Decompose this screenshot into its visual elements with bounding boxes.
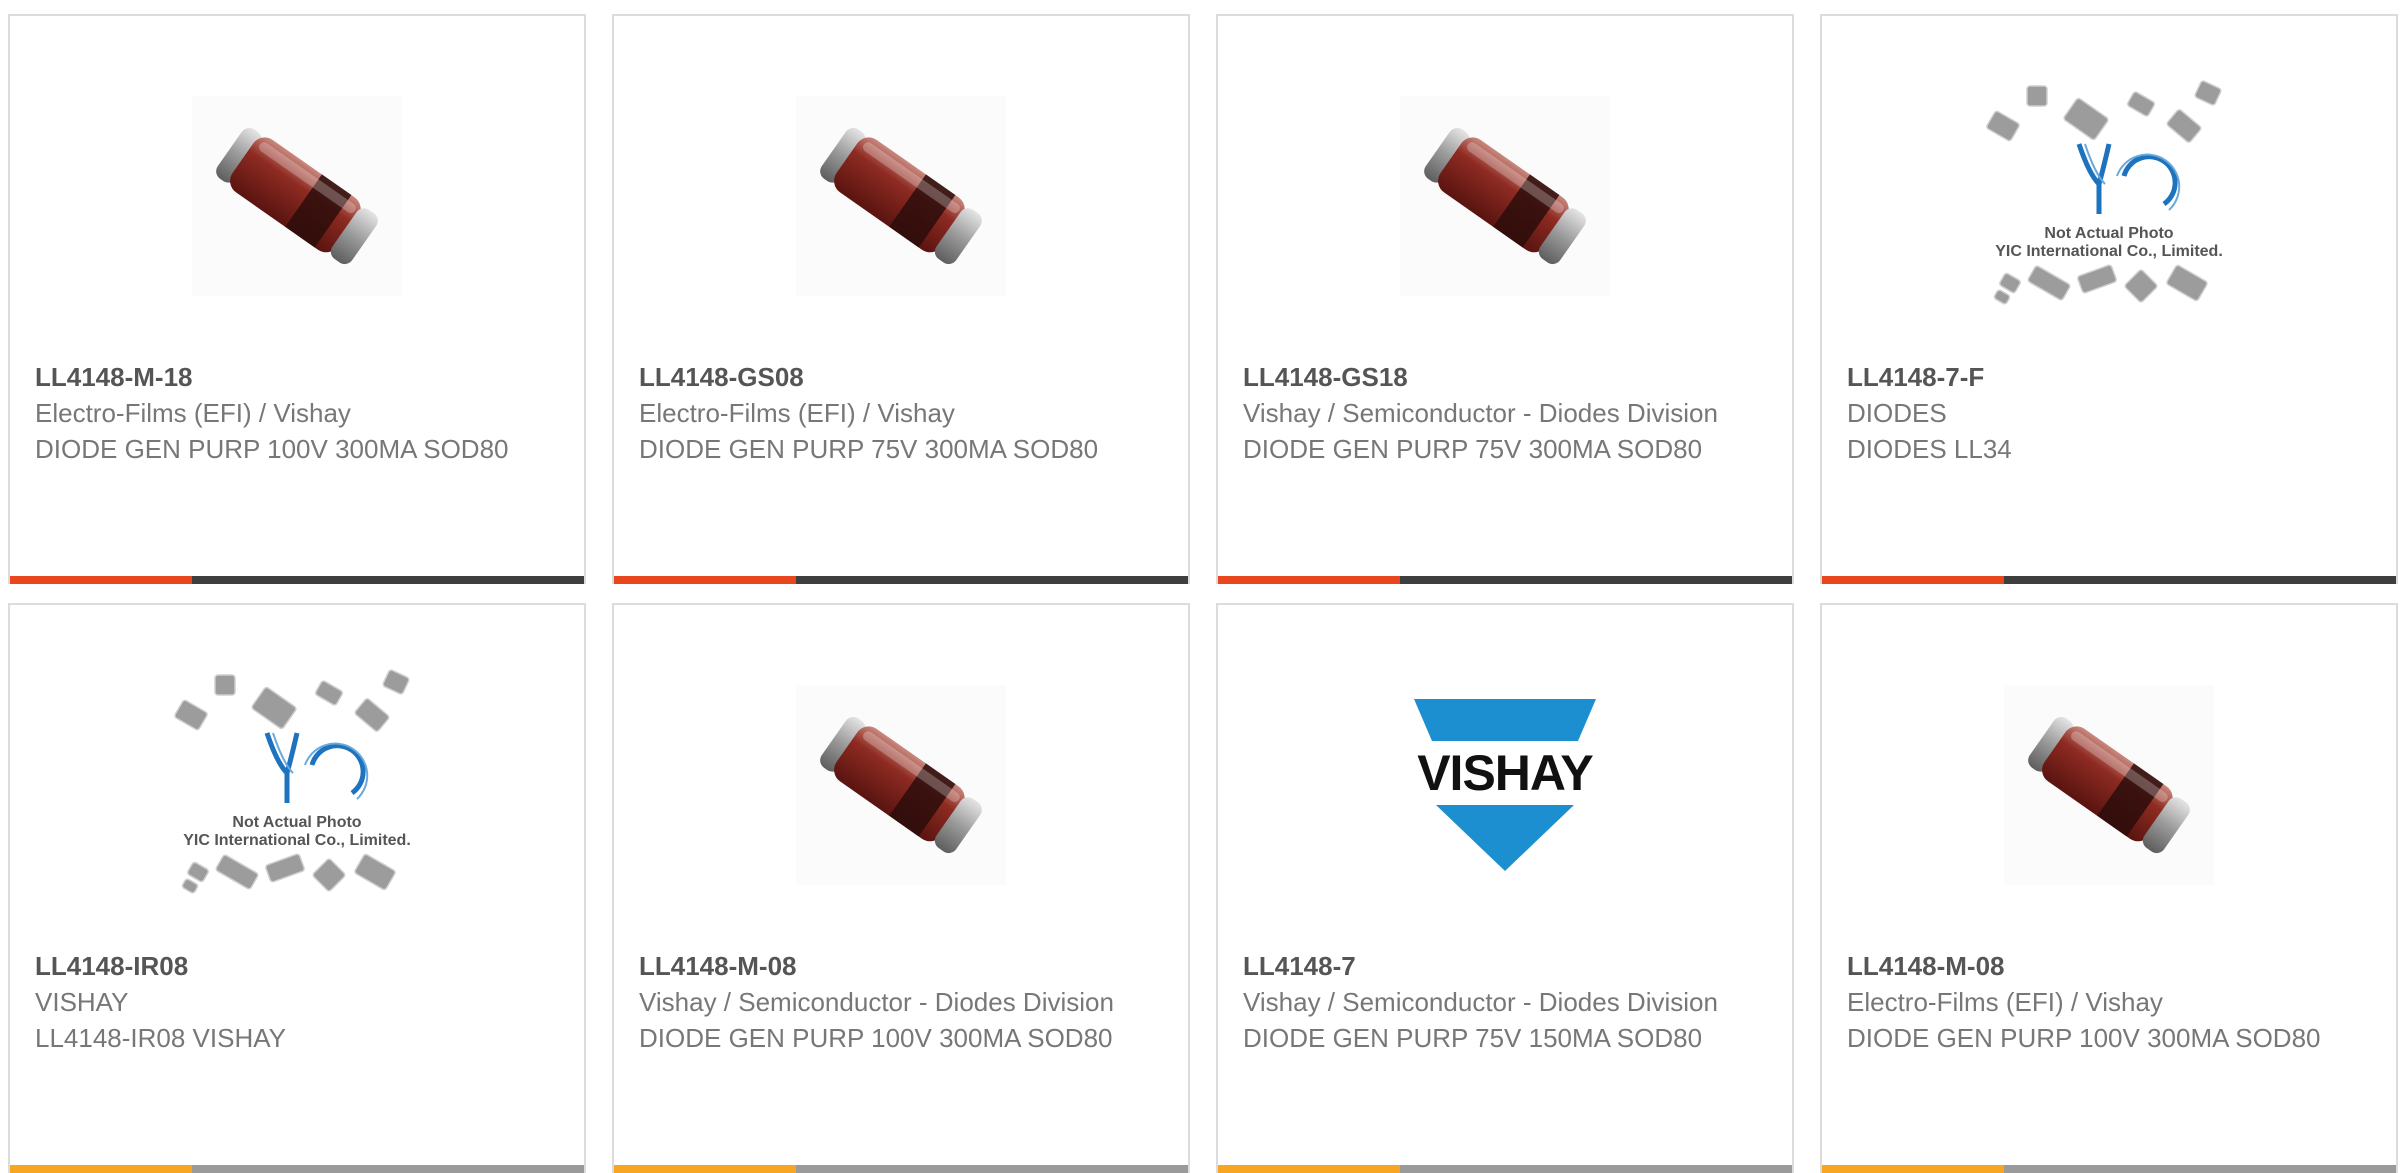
card-accent-bar <box>1218 576 1400 584</box>
product-card[interactable]: LL4148-M-08 Vishay / Semiconductor - Diod… <box>612 603 1190 1173</box>
svg-text:Not Actual Photo: Not Actual Photo <box>232 814 361 831</box>
product-description: LL4148-IR08 VISHAY <box>35 1023 286 1053</box>
card-bottom-bar <box>10 1165 584 1173</box>
manufacturer-name: Electro-Films (EFI) / Vishay <box>35 398 351 428</box>
card-bottom-bar <box>1218 1165 1792 1173</box>
product-card[interactable]: LL4148-M-18 Electro-Films (EFI) / Vishay D… <box>8 14 586 584</box>
diode-image <box>192 96 402 296</box>
product-image[interactable] <box>10 76 584 316</box>
card-bottom-bar <box>10 576 584 584</box>
manufacturer-name: VISHAY <box>35 987 129 1017</box>
product-image[interactable] <box>1218 76 1792 316</box>
product-info: LL4148-7 Vishay / Semiconductor - Diodes … <box>1243 948 1763 1056</box>
product-card[interactable]: LL4148-GS08 Electro-Films (EFI) / Vishay D… <box>612 14 1190 584</box>
product-info: LL4148-7-F DIODES DIODES LL34 <box>1847 359 2367 467</box>
manufacturer-name: Vishay / Semiconductor - Diodes Division <box>639 987 1114 1017</box>
part-number-link[interactable]: LL4148-GS08 <box>639 359 1159 395</box>
product-description: DIODE GEN PURP 100V 300MA SOD80 <box>639 1023 1113 1053</box>
product-info: LL4148-GS18 Vishay / Semiconductor - Diod… <box>1243 359 1763 467</box>
product-grid: LL4148-M-18 Electro-Films (EFI) / Vishay D… <box>0 0 2400 1173</box>
card-bottom-bar <box>1218 576 1792 584</box>
product-card[interactable]: VISHAY LL4148-7 Vishay / Semiconductor - … <box>1216 603 1794 1173</box>
manufacturer-name: Electro-Films (EFI) / Vishay <box>1847 987 2163 1017</box>
product-info: LL4148-M-08 Electro-Films (EFI) / Vishay D… <box>1847 948 2367 1056</box>
part-number-link[interactable]: LL4148-M-08 <box>1847 948 2367 984</box>
product-image[interactable] <box>614 665 1188 905</box>
card-accent-bar <box>1218 1165 1400 1173</box>
diode-image <box>796 685 1006 885</box>
manufacturer-name: Electro-Films (EFI) / Vishay <box>639 398 955 428</box>
diode-image <box>1400 96 1610 296</box>
product-info: LL4148-GS08 Electro-Films (EFI) / Vishay D… <box>639 359 1159 467</box>
part-number-link[interactable]: LL4148-IR08 <box>35 948 555 984</box>
part-number-link[interactable]: LL4148-M-08 <box>639 948 1159 984</box>
product-info: LL4148-IR08 VISHAY LL4148-IR08 VISHAY <box>35 948 555 1056</box>
manufacturer-name: Vishay / Semiconductor - Diodes Division <box>1243 398 1718 428</box>
card-accent-bar <box>614 1165 796 1173</box>
card-accent-bar <box>1822 1165 2004 1173</box>
card-bottom-bar <box>1822 576 2396 584</box>
placeholder-image: Not Actual Photo YIC International Co., … <box>1986 80 2223 305</box>
svg-text:YIC International Co., Limited: YIC International Co., Limited. <box>183 832 411 849</box>
card-accent-bar <box>1822 576 2004 584</box>
diode-image <box>796 96 1006 296</box>
part-number-link[interactable]: LL4148-7 <box>1243 948 1763 984</box>
product-card[interactable]: LL4148-M-08 Electro-Films (EFI) / Vishay D… <box>1820 603 2398 1173</box>
svg-text:VISHAY: VISHAY <box>1417 745 1593 801</box>
card-bottom-bar <box>614 1165 1188 1173</box>
card-bottom-bar <box>1822 1165 2396 1173</box>
placeholder-image: Not Actual Photo YIC International Co., … <box>174 669 411 894</box>
diode-image <box>2004 685 2214 885</box>
product-description: DIODE GEN PURP 75V 150MA SOD80 <box>1243 1023 1703 1053</box>
product-image[interactable]: Not Actual Photo YIC International Co., … <box>1822 76 2396 316</box>
product-description: DIODE GEN PURP 100V 300MA SOD80 <box>35 434 509 464</box>
product-description: DIODE GEN PURP 75V 300MA SOD80 <box>639 434 1099 464</box>
svg-text:YIC International Co., Limited: YIC International Co., Limited. <box>1995 243 2223 260</box>
svg-text:Not Actual Photo: Not Actual Photo <box>2044 225 2173 242</box>
manufacturer-name: Vishay / Semiconductor - Diodes Division <box>1243 987 1718 1017</box>
card-accent-bar <box>614 576 796 584</box>
product-info: LL4148-M-08 Vishay / Semiconductor - Diod… <box>639 948 1159 1056</box>
product-image[interactable]: Not Actual Photo YIC International Co., … <box>10 665 584 905</box>
product-card[interactable]: Not Actual Photo YIC International Co., … <box>1820 14 2398 584</box>
product-image[interactable]: VISHAY <box>1218 665 1792 905</box>
part-number-link[interactable]: LL4148-M-18 <box>35 359 555 395</box>
product-card[interactable]: Not Actual Photo YIC International Co., … <box>8 603 586 1173</box>
product-image[interactable] <box>614 76 1188 316</box>
vishay-logo-image: VISHAY <box>1414 699 1596 871</box>
product-info: LL4148-M-18 Electro-Films (EFI) / Vishay D… <box>35 359 555 467</box>
card-accent-bar <box>10 1165 192 1173</box>
product-card[interactable]: LL4148-GS18 Vishay / Semiconductor - Diod… <box>1216 14 1794 584</box>
product-description: DIODES LL34 <box>1847 434 2012 464</box>
product-description: DIODE GEN PURP 75V 300MA SOD80 <box>1243 434 1703 464</box>
card-accent-bar <box>10 576 192 584</box>
product-image[interactable] <box>1822 665 2396 905</box>
part-number-link[interactable]: LL4148-GS18 <box>1243 359 1763 395</box>
card-bottom-bar <box>614 576 1188 584</box>
manufacturer-name: DIODES <box>1847 398 1947 428</box>
part-number-link[interactable]: LL4148-7-F <box>1847 359 2367 395</box>
product-description: DIODE GEN PURP 100V 300MA SOD80 <box>1847 1023 2321 1053</box>
